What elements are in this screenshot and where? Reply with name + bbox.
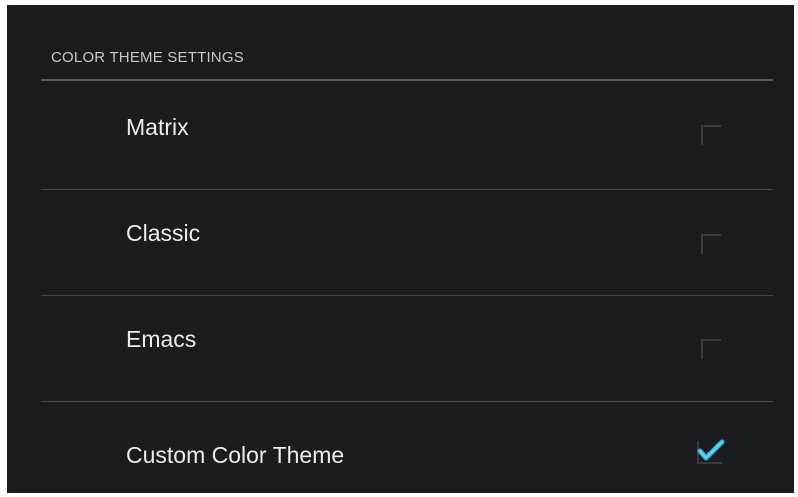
theme-option-label: Custom Color Theme	[126, 442, 345, 468]
theme-option-matrix[interactable]: Matrix	[7, 81, 794, 189]
custom-theme-checkbox-checked-icon[interactable]	[696, 439, 726, 465]
theme-option-emacs[interactable]: Emacs	[7, 296, 794, 401]
theme-option-custom[interactable]: Custom Color Theme	[7, 402, 794, 493]
theme-option-label: Emacs	[126, 326, 197, 352]
settings-screen: COLOR THEME SETTINGS Matrix Classic Emac…	[7, 5, 794, 493]
classic-checkbox[interactable]	[701, 234, 721, 254]
theme-option-label: Classic	[126, 220, 201, 246]
theme-option-label: Matrix	[126, 114, 189, 140]
section-title: COLOR THEME SETTINGS	[51, 49, 244, 66]
theme-option-classic[interactable]: Classic	[7, 190, 794, 295]
matrix-checkbox[interactable]	[701, 125, 721, 145]
emacs-checkbox[interactable]	[701, 339, 721, 359]
